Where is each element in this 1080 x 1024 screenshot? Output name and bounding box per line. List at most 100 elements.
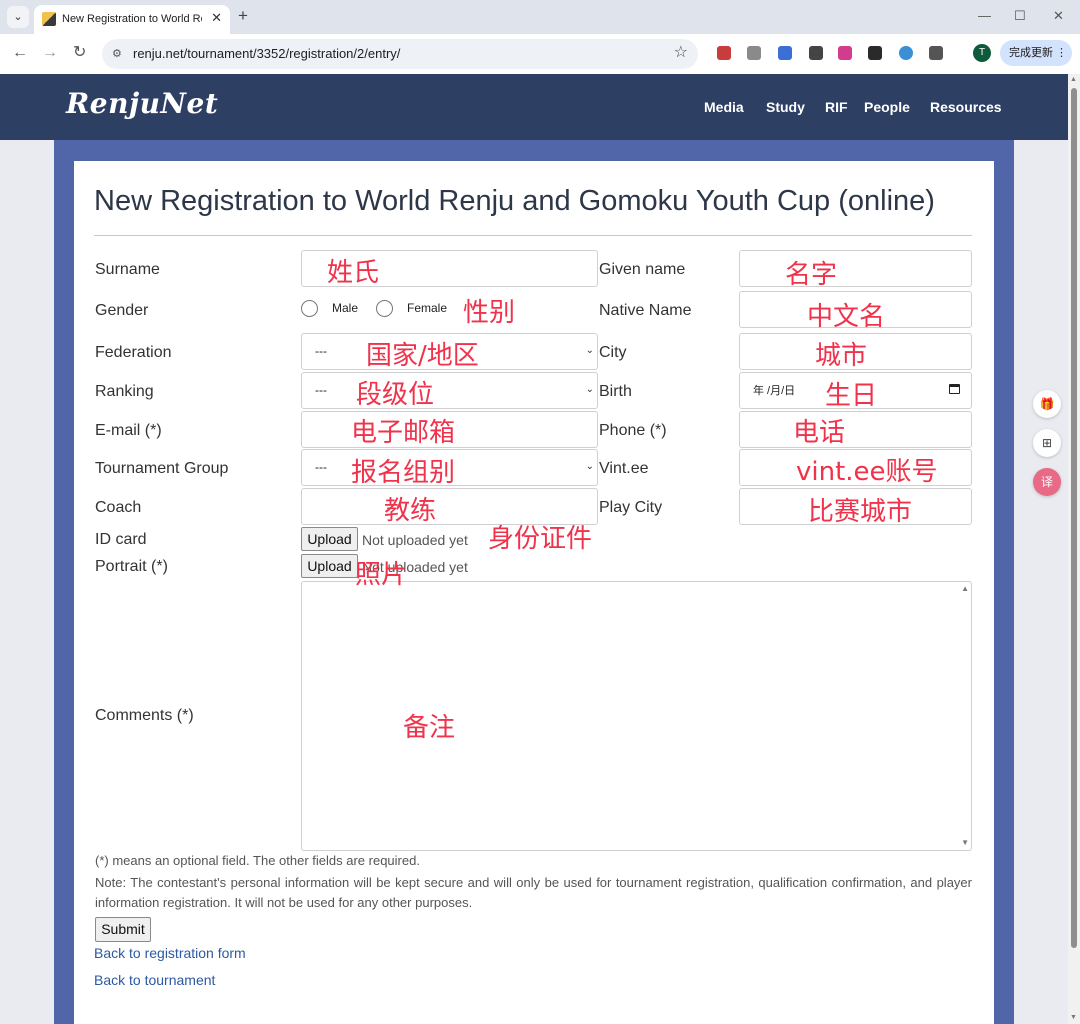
annotation-play-city: 比赛城市 xyxy=(808,497,913,527)
annotation-vintee: vint.ee账号 xyxy=(796,457,938,487)
scroll-up-icon[interactable]: ▲ xyxy=(961,585,969,593)
federation-label: Federation xyxy=(95,344,172,361)
given-name-input[interactable] xyxy=(739,250,972,287)
registration-card: New Registration to World Renju and Gomo… xyxy=(74,161,994,1024)
scroll-up-icon[interactable]: ▲ xyxy=(1070,76,1077,84)
annotation-email: 电子邮箱 xyxy=(351,418,456,448)
annotation-group: 报名组别 xyxy=(351,458,456,488)
nav-study[interactable]: Study xyxy=(766,98,805,116)
page-title: New Registration to World Renju and Gomo… xyxy=(94,185,935,217)
native-name-label: Native Name xyxy=(599,302,692,319)
extension-translate-pink-icon[interactable] xyxy=(838,46,852,60)
comments-textarea[interactable]: ▲ ▼ xyxy=(301,581,972,851)
extension-translate-icon[interactable] xyxy=(778,46,792,60)
extension-dark-icon[interactable] xyxy=(868,46,882,60)
nav-media[interactable]: Media xyxy=(704,98,744,116)
tab-search-button[interactable]: ⌄ xyxy=(7,6,29,28)
annotation-portrait: 照片 xyxy=(355,560,408,590)
gender-male-label[interactable]: Male xyxy=(332,301,358,315)
tab-close-icon[interactable]: ✕ xyxy=(211,10,222,26)
forward-button[interactable]: → xyxy=(42,44,58,62)
close-window-button[interactable]: ✕ xyxy=(1053,8,1064,24)
ranking-label: Ranking xyxy=(95,383,154,400)
given-name-label: Given name xyxy=(599,261,686,278)
id-card-label: ID card xyxy=(95,531,147,548)
extension-chat-icon[interactable] xyxy=(747,46,761,60)
profile-avatar[interactable]: T xyxy=(973,44,991,62)
browser-tab-bar: ⌄ New Registration to World Renju and Go… xyxy=(0,0,1080,34)
extension-flag-icon[interactable] xyxy=(717,46,731,60)
scroll-down-icon[interactable]: ▼ xyxy=(961,839,969,847)
browser-tab-active[interactable]: New Registration to World Renju and Gomo… xyxy=(34,5,230,34)
optional-field-note: (*) means an optional field. The other f… xyxy=(95,853,420,868)
site-header: RenjuNet Media Study RIF People Resource… xyxy=(0,74,1068,140)
federation-select-value: --- xyxy=(315,344,327,358)
apps-grid-icon[interactable]: ⊞ xyxy=(1033,429,1061,457)
page-viewport: RenjuNet Media Study RIF People Resource… xyxy=(0,74,1068,1024)
coach-input[interactable] xyxy=(301,488,598,525)
address-bar[interactable]: ⚙ renju.net/tournament/3352/registration… xyxy=(102,39,698,69)
gender-label: Gender xyxy=(95,302,149,319)
annotation-gender: 性别 xyxy=(463,298,516,328)
chevron-down-icon: ⌄ xyxy=(585,384,594,395)
submit-button[interactable]: Submit xyxy=(95,917,151,942)
tournament-group-select-value: --- xyxy=(315,460,327,474)
ranking-select[interactable]: --- ⌄ xyxy=(301,372,598,409)
email-label: E-mail (*) xyxy=(95,422,162,439)
translate-icon[interactable]: 译 xyxy=(1033,468,1061,496)
new-tab-button[interactable]: + xyxy=(238,7,248,25)
nav-rif[interactable]: RIF xyxy=(825,98,848,116)
nav-resources[interactable]: Resources xyxy=(930,98,1002,116)
annotation-coach: 教练 xyxy=(384,496,437,526)
extension-circle-icon[interactable] xyxy=(899,46,913,60)
scroll-down-icon[interactable]: ▼ xyxy=(1070,1014,1077,1022)
back-to-registration-form-link[interactable]: Back to registration form xyxy=(94,945,246,961)
nav-people[interactable]: People xyxy=(864,98,910,116)
phone-label: Phone (*) xyxy=(599,422,667,439)
minimize-window-button[interactable]: — xyxy=(978,8,991,24)
annotation-ranking: 段级位 xyxy=(356,380,435,410)
scrollbar-thumb[interactable] xyxy=(1071,88,1077,948)
renjunet-logo[interactable]: RenjuNet xyxy=(66,86,218,122)
phone-input[interactable] xyxy=(739,411,972,448)
url-text[interactable]: renju.net/tournament/3352/registration/2… xyxy=(133,46,400,62)
calendar-icon[interactable] xyxy=(949,384,960,394)
id-card-upload-status: Not uploaded yet xyxy=(362,532,468,548)
maximize-window-button[interactable]: ☐ xyxy=(1014,8,1026,24)
bookmark-star-icon[interactable]: ☆ xyxy=(674,44,688,62)
gender-female-label[interactable]: Female xyxy=(407,301,447,315)
reload-button[interactable]: ↻ xyxy=(73,44,86,62)
page-scrollbar[interactable]: ▲ ▼ xyxy=(1068,74,1080,1024)
gender-female-radio[interactable] xyxy=(376,300,393,317)
annotation-native-name: 中文名 xyxy=(807,302,886,332)
coach-label: Coach xyxy=(95,499,142,516)
comments-label: Comments (*) xyxy=(95,707,194,724)
gender-male-radio[interactable] xyxy=(301,300,318,317)
surname-label: Surname xyxy=(95,261,160,278)
browser-toolbar: ← → ↻ ⚙ renju.net/tournament/3352/regist… xyxy=(0,34,1080,74)
vintee-label: Vint.ee xyxy=(599,460,649,477)
title-divider xyxy=(94,235,972,236)
privacy-note: Note: The contestant's personal informat… xyxy=(95,875,972,910)
birth-date-value: 年 /月/日 xyxy=(753,385,796,397)
back-button[interactable]: ← xyxy=(12,44,28,62)
ranking-select-value: --- xyxy=(315,383,327,397)
site-info-icon[interactable]: ⚙ xyxy=(112,46,122,62)
chevron-down-icon: ⌄ xyxy=(585,461,594,472)
gift-icon[interactable]: 🎁 xyxy=(1033,390,1061,418)
annotation-given-name: 名字 xyxy=(785,260,838,290)
annotation-comments: 备注 xyxy=(403,713,456,743)
extensions-puzzle-icon[interactable] xyxy=(929,46,943,60)
extension-qr-icon[interactable] xyxy=(809,46,823,60)
birth-label: Birth xyxy=(599,383,632,400)
update-chrome-button[interactable]: 完成更新 ⋮ xyxy=(1000,40,1072,66)
annotation-city: 城市 xyxy=(815,341,868,371)
id-card-upload-button[interactable]: Upload xyxy=(301,527,358,551)
portrait-label: Portrait (*) xyxy=(95,558,168,575)
annotation-birth: 生日 xyxy=(825,381,878,411)
annotation-federation: 国家/地区 xyxy=(366,341,479,371)
portrait-upload-button[interactable]: Upload xyxy=(301,554,358,578)
back-to-tournament-link[interactable]: Back to tournament xyxy=(94,972,215,988)
chevron-down-icon: ⌄ xyxy=(585,345,594,356)
annotation-phone: 电话 xyxy=(793,418,846,448)
